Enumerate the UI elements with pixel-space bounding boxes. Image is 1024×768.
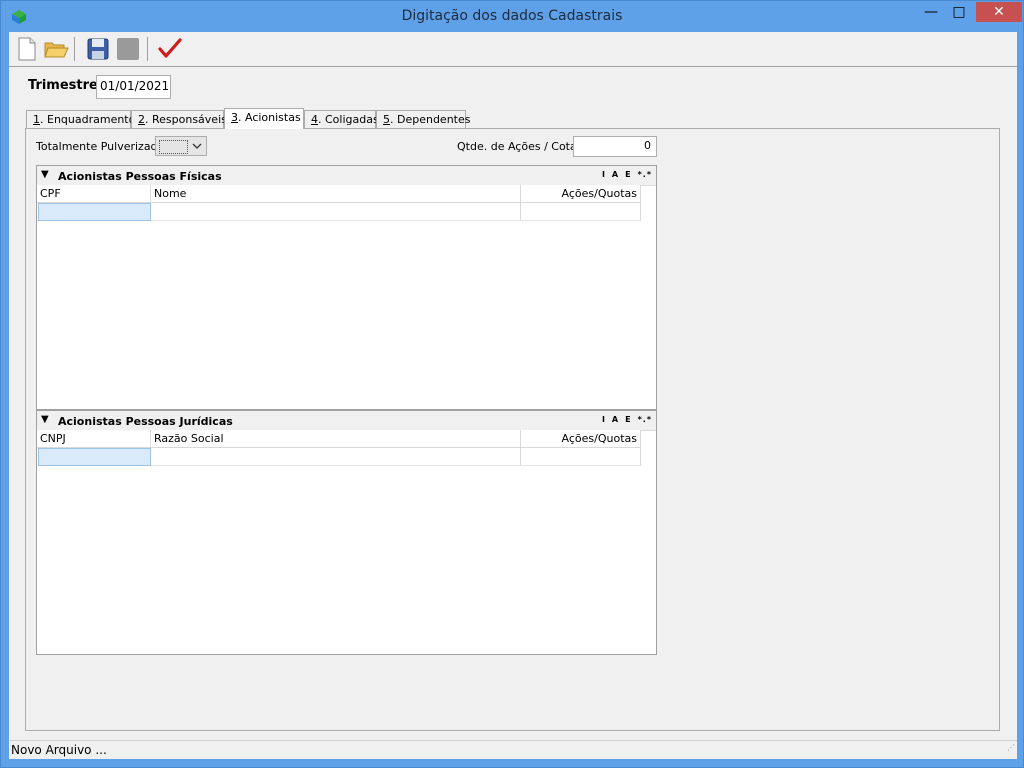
insert-action[interactable]: I [602, 170, 606, 179]
window-title: Digitação dos dados Cadastrais [401, 8, 623, 24]
all-action[interactable]: *.* [638, 415, 652, 424]
tab-label: . Responsáveis [145, 113, 227, 126]
column-header-cpf[interactable]: CPF [37, 185, 151, 203]
grid-pessoas-juridicas: ▼ Acionistas Pessoas Jurídicas I A E *.* CN… [36, 410, 657, 655]
qtd-field[interactable]: 0 [573, 136, 657, 157]
toolbar-separator [147, 37, 148, 61]
alter-action[interactable]: A [612, 170, 619, 179]
column-header-acoes[interactable]: Ações/Quotas [521, 185, 641, 203]
table-cell[interactable] [151, 448, 521, 466]
tab-acionistas[interactable]: 3. Acionistas [224, 108, 304, 129]
grid-title: Acionistas Pessoas Físicas [58, 170, 222, 183]
grid-title: Acionistas Pessoas Jurídicas [58, 415, 233, 428]
pulverizado-label: Totalmente Pulverizado [36, 140, 165, 153]
title-bar[interactable]: Digitação dos dados Cadastrais — □ ✕ [1, 1, 1023, 32]
client-area: Trimestre 01/01/2021 1. Enquadramento 2.… [9, 32, 1017, 759]
resize-grip-icon[interactable]: ⋰ [1007, 738, 1015, 757]
column-header-acoes[interactable]: Ações/Quotas [521, 430, 641, 448]
tab-enquadramento[interactable]: 1. Enquadramento [26, 110, 135, 128]
folder-open-icon[interactable] [43, 36, 69, 62]
tab-mnemonic: 4 [311, 113, 318, 126]
tab-label: . Dependentes [390, 113, 471, 126]
delete-action[interactable]: E [625, 170, 631, 179]
close-button[interactable]: ✕ [976, 2, 1022, 22]
grid-pessoas-fisicas: ▼ Acionistas Pessoas Físicas I A E *.* CPF … [36, 165, 657, 410]
main-window: Digitação dos dados Cadastrais — □ ✕ Tri… [0, 0, 1024, 768]
table-cell[interactable] [151, 203, 521, 221]
maximize-button[interactable]: □ [944, 2, 974, 22]
toolbar-separator [74, 37, 75, 61]
column-header-razao-social[interactable]: Razão Social [151, 430, 521, 448]
tab-responsaveis[interactable]: 2. Responsáveis [131, 110, 227, 128]
tab-mnemonic: 1 [33, 113, 40, 126]
all-action[interactable]: *.* [638, 170, 652, 179]
chevron-down-icon [192, 143, 202, 149]
grid-header: ▼ Acionistas Pessoas Físicas I A E *.* [37, 166, 656, 186]
tab-mnemonic: 2 [138, 113, 145, 126]
selected-cell[interactable] [38, 203, 151, 221]
grid-actions: I A E *.* [596, 415, 652, 424]
trimestre-label: Trimestre [28, 78, 98, 93]
selected-cell[interactable] [38, 448, 151, 466]
column-header-nome[interactable]: Nome [151, 185, 521, 203]
grid-header: ▼ Acionistas Pessoas Jurídicas I A E *.* [37, 411, 656, 431]
table-cell[interactable] [521, 203, 641, 221]
delete-action[interactable]: E [625, 415, 631, 424]
red-checkmark-icon[interactable] [157, 36, 183, 62]
pulverizado-combobox[interactable] [155, 136, 207, 156]
tab-label: . Acionistas [238, 111, 301, 124]
collapse-triangle-icon[interactable]: ▼ [41, 414, 49, 425]
alter-action[interactable]: A [612, 415, 619, 424]
collapse-triangle-icon[interactable]: ▼ [41, 169, 49, 180]
tab-panel-acionistas: Totalmente Pulverizado Qtde. de Ações / … [25, 128, 1000, 731]
tab-mnemonic: 5 [383, 113, 390, 126]
status-bar: Novo Arquivo ... ⋰ [9, 740, 1017, 759]
trimestre-field[interactable]: 01/01/2021 [96, 75, 171, 99]
combobox-focus [159, 140, 188, 154]
tab-dependentes[interactable]: 5. Dependentes [376, 110, 471, 128]
toolbar [9, 32, 1017, 67]
status-text: Novo Arquivo ... [11, 743, 107, 757]
insert-action[interactable]: I [602, 415, 606, 424]
tab-label: . Coligadas [318, 113, 379, 126]
table-cell[interactable] [521, 448, 641, 466]
column-header-cnpj[interactable]: CNPJ [37, 430, 151, 448]
tab-coligadas[interactable]: 4. Coligadas [304, 110, 379, 128]
tab-label: . Enquadramento [40, 113, 136, 126]
tab-mnemonic: 3 [231, 111, 238, 124]
grid-actions: I A E *.* [596, 170, 652, 179]
minimize-button[interactable]: — [916, 2, 946, 22]
new-document-icon[interactable] [14, 36, 40, 62]
gray-button-icon[interactable] [117, 38, 139, 60]
qtd-label: Qtde. de Ações / Cotas [457, 140, 583, 153]
floppy-disk-icon[interactable] [85, 36, 111, 62]
